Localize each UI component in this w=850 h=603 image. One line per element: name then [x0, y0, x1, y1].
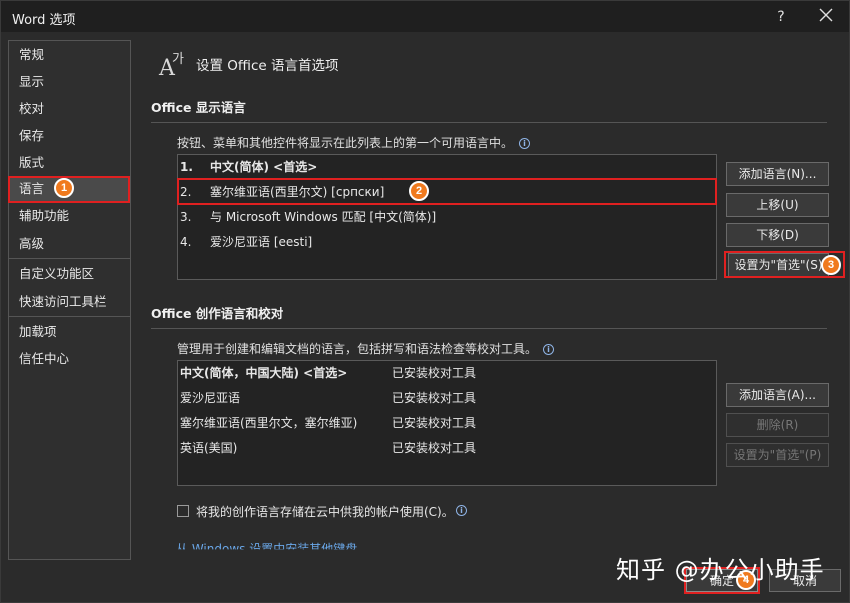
- section-divider: [151, 122, 827, 123]
- list-item[interactable]: 中文(简体，中国大陆) <首选> 已安装校对工具: [180, 361, 714, 385]
- sidebar-divider: [9, 258, 130, 259]
- list-item-number: 3.: [180, 210, 192, 224]
- list-item[interactable]: 英语(美国) 已安装校对工具: [180, 436, 714, 460]
- title-bar: Word 选项 ?: [0, 0, 850, 32]
- step-badge: 1: [54, 178, 74, 198]
- authoring-language-list[interactable]: 中文(简体，中国大陆) <首选> 已安装校对工具 爱沙尼亚语 已安装校对工具 塞尔维…: [177, 360, 717, 486]
- svg-text:가: 가: [172, 52, 184, 67]
- add-authoring-language-button[interactable]: 添加语言(A)...: [726, 383, 829, 407]
- add-display-language-button[interactable]: 添加语言(N)...: [726, 162, 829, 186]
- list-item-number: 1.: [180, 160, 193, 174]
- sidebar-item-general[interactable]: 常规: [9, 42, 130, 68]
- display-language-description-text: 按钮、菜单和其他控件将显示在此列表上的第一个可用语言中。: [177, 136, 514, 150]
- list-item-label: 塞尔维亚语(西里尔文) [српски]: [210, 185, 385, 199]
- sidebar-item-typography[interactable]: 版式: [9, 150, 130, 176]
- authoring-language-description: 管理用于创建和编辑文档的语言，包括拼写和语法检查等校对工具。 i: [177, 340, 555, 357]
- authoring-language-description-text: 管理用于创建和编辑文档的语言，包括拼写和语法检查等校对工具。: [177, 342, 538, 356]
- proofing-status: 已安装校对工具: [392, 366, 477, 380]
- list-item[interactable]: 爱沙尼亚语 已安装校对工具: [180, 386, 714, 410]
- sidebar-item-save[interactable]: 保存: [9, 123, 130, 149]
- list-item-number: 2.: [180, 185, 192, 199]
- display-language-list[interactable]: 1. 中文(简体) <首选> 2. 塞尔维亚语(西里尔文) [српски] 3. 与…: [177, 154, 717, 280]
- watermark: 知乎 @办公小助手: [616, 556, 825, 584]
- proofing-status: 已安装校对工具: [392, 391, 477, 405]
- list-item[interactable]: 1. 中文(简体) <首选>: [180, 155, 714, 179]
- page-title: 设置 Office 语言首选项: [196, 58, 339, 74]
- help-button[interactable]: ?: [769, 6, 793, 28]
- remove-language-button[interactable]: 删除(R): [726, 413, 829, 437]
- list-item-label: 爱沙尼亚语: [180, 391, 241, 405]
- info-icon[interactable]: i: [519, 138, 531, 149]
- close-icon: [819, 8, 833, 22]
- list-item[interactable]: 2. 塞尔维亚语(西里尔文) [српски]: [180, 180, 714, 204]
- step-badge: 3: [821, 255, 841, 275]
- list-item-label: 中文(简体，中国大陆) <首选>: [180, 366, 348, 380]
- sidebar-item-addins[interactable]: 加载项: [9, 319, 130, 345]
- list-item-number: 4.: [180, 235, 192, 249]
- set-preferred-authoring-button[interactable]: 设置为"首选"(P): [726, 443, 829, 467]
- set-preferred-display-button[interactable]: 设置为"首选"(S): [728, 253, 829, 277]
- window-title: Word 选项: [12, 13, 76, 28]
- list-item[interactable]: 3. 与 Microsoft Windows 匹配 [中文(简体)]: [180, 205, 714, 229]
- store-languages-in-cloud-checkbox[interactable]: [177, 505, 189, 517]
- list-item[interactable]: 4. 爱沙尼亚语 [eesti]: [180, 230, 714, 254]
- sidebar-nav: 常规 显示 校对 保存 版式 语言 辅助功能 高级 自定义功能区 快速访问工具栏…: [8, 40, 131, 560]
- sidebar-item-customize-ribbon[interactable]: 自定义功能区: [9, 261, 130, 287]
- move-down-button[interactable]: 下移(D): [726, 223, 829, 247]
- proofing-status: 已安装校对工具: [392, 441, 477, 455]
- list-item-label: 塞尔维亚语(西里尔文，塞尔维亚): [180, 416, 358, 430]
- sidebar-divider: [9, 316, 130, 317]
- section-divider: [151, 328, 827, 329]
- list-item[interactable]: 塞尔维亚语(西里尔文，塞尔维亚) 已安装校对工具: [180, 411, 714, 435]
- list-item-label: 与 Microsoft Windows 匹配 [中文(简体)]: [210, 210, 437, 224]
- list-item-label: 爱沙尼亚语 [eesti]: [210, 235, 313, 249]
- store-languages-in-cloud-label: 将我的创作语言存储在云中供我的帐户使用(C)。: [196, 505, 454, 519]
- display-language-heading: Office 显示语言: [151, 100, 246, 115]
- list-item-label: 英语(美国): [180, 441, 238, 455]
- sidebar-item-proofing[interactable]: 校对: [9, 96, 130, 122]
- list-item-label: 中文(简体) <首选>: [210, 160, 318, 174]
- sidebar-item-quick-access-toolbar[interactable]: 快速访问工具栏: [9, 289, 130, 315]
- step-badge: 2: [409, 181, 429, 201]
- move-up-button[interactable]: 上移(U): [726, 193, 829, 217]
- info-icon[interactable]: i: [543, 344, 555, 355]
- sidebar-item-display[interactable]: 显示: [9, 69, 130, 95]
- authoring-language-heading: Office 创作语言和校对: [151, 306, 284, 321]
- close-button[interactable]: [811, 5, 841, 29]
- info-icon[interactable]: i: [456, 505, 467, 516]
- sidebar-item-accessibility[interactable]: 辅助功能: [9, 203, 130, 229]
- display-language-description: 按钮、菜单和其他控件将显示在此列表上的第一个可用语言中。 i: [177, 134, 531, 151]
- proofing-status: 已安装校对工具: [392, 416, 477, 430]
- sidebar-item-advanced[interactable]: 高级: [9, 231, 130, 257]
- language-icon: A 가: [158, 52, 184, 78]
- sidebar-item-trust-center[interactable]: 信任中心: [9, 346, 130, 372]
